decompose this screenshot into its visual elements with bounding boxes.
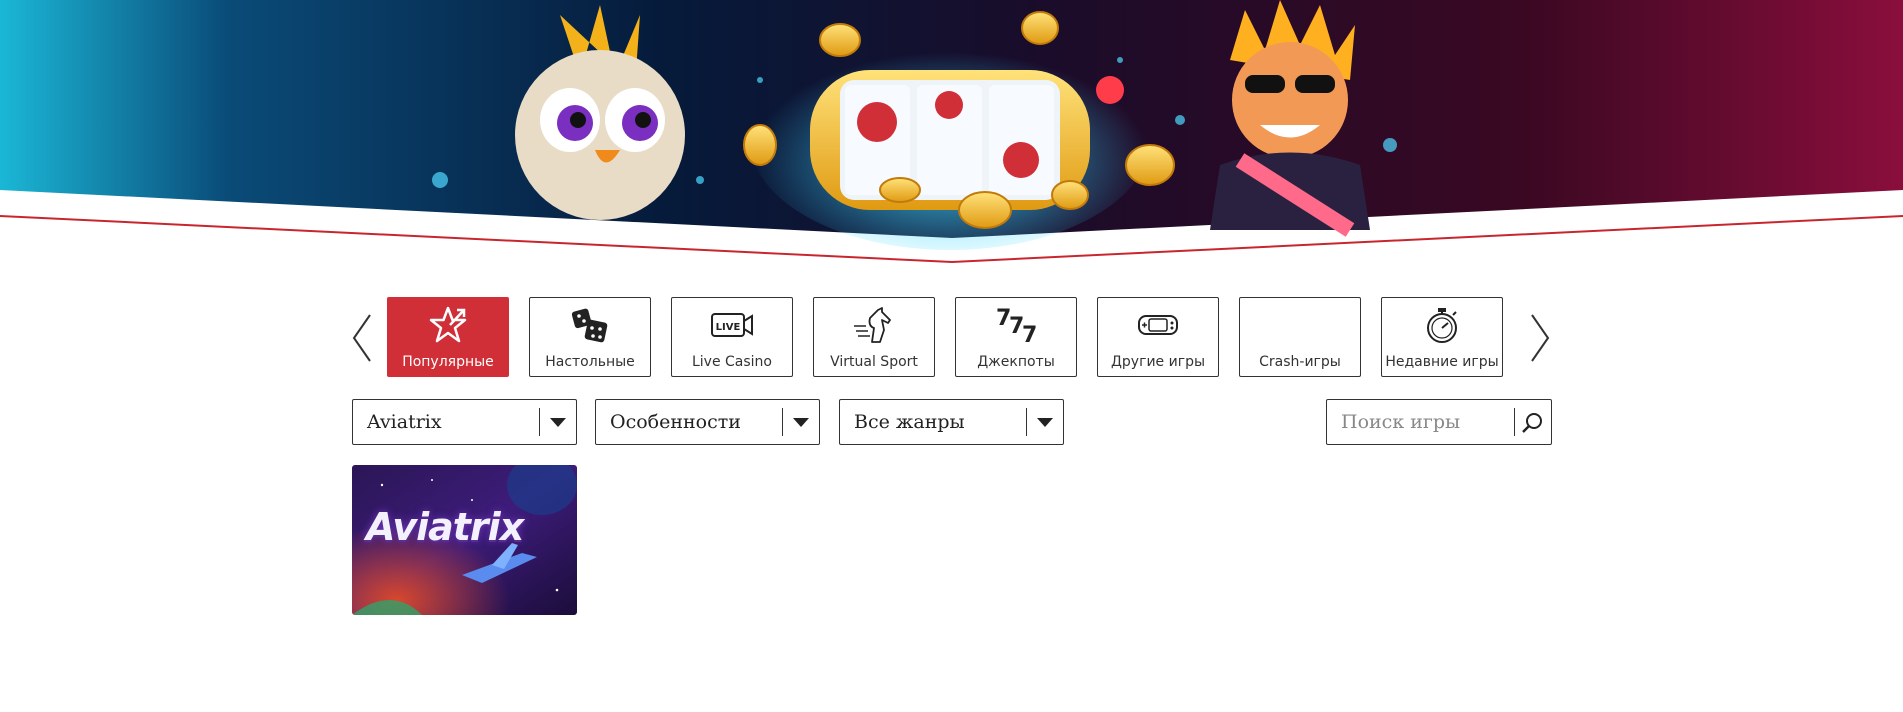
category-tab-popular[interactable]: Популярные bbox=[387, 297, 509, 377]
category-tab-live-casino[interactable]: LIVE Live Casino bbox=[671, 297, 793, 377]
chevron-left-icon bbox=[352, 314, 371, 362]
chevron-down-icon bbox=[550, 418, 566, 427]
search-input[interactable] bbox=[1341, 409, 1507, 435]
carousel-prev-button[interactable] bbox=[350, 313, 376, 363]
category-tab-crash-games[interactable]: Crash-игры bbox=[1239, 297, 1361, 377]
category-label: Crash-игры bbox=[1259, 354, 1341, 370]
category-tab-virtual-sport[interactable]: Virtual Sport bbox=[813, 297, 935, 377]
game-search bbox=[1326, 399, 1552, 445]
category-tab-recent-games[interactable]: Недавние игры bbox=[1381, 297, 1503, 377]
category-label: Virtual Sport bbox=[830, 354, 918, 370]
category-tab-table-games[interactable]: Настольные bbox=[529, 297, 651, 377]
category-tab-other-games[interactable]: Другие игры bbox=[1097, 297, 1219, 377]
search-icon bbox=[1522, 413, 1542, 433]
chevron-down-icon bbox=[1037, 418, 1053, 427]
live-camera-icon: LIVE bbox=[672, 307, 792, 343]
category-label: Другие игры bbox=[1110, 354, 1206, 370]
select-divider bbox=[782, 408, 783, 436]
horse-icon bbox=[814, 307, 934, 343]
category-label: Настольные bbox=[545, 354, 635, 370]
search-button[interactable] bbox=[1521, 411, 1545, 435]
category-tab-jackpots[interactable]: 7 7 7 Джекпоты bbox=[955, 297, 1077, 377]
select-divider bbox=[1026, 408, 1027, 436]
game-card-aviatrix[interactable]: Aviatrix bbox=[352, 465, 577, 615]
star-trophy-icon bbox=[388, 306, 508, 343]
category-label: Live Casino bbox=[691, 354, 772, 370]
svg-text:7: 7 bbox=[1022, 323, 1037, 345]
chevron-down-icon bbox=[793, 418, 809, 427]
777-icon: 7 7 7 bbox=[956, 306, 1076, 345]
genres-select-value: Все жанры bbox=[854, 411, 965, 433]
features-select[interactable]: Особенности bbox=[595, 399, 820, 445]
hero-banner-art bbox=[0, 0, 1903, 264]
category-label: Джекпоты bbox=[977, 354, 1055, 370]
features-select-value: Особенности bbox=[610, 411, 741, 433]
provider-select[interactable]: Aviatrix bbox=[352, 399, 577, 445]
svg-text:LIVE: LIVE bbox=[716, 322, 741, 333]
dice-icon bbox=[530, 307, 650, 343]
genres-select[interactable]: Все жанры bbox=[839, 399, 1064, 445]
provider-select-value: Aviatrix bbox=[367, 411, 442, 433]
stopwatch-icon bbox=[1382, 307, 1502, 343]
hero-banner bbox=[0, 0, 1903, 265]
category-label: Популярные bbox=[402, 354, 494, 370]
category-label: Недавние игры bbox=[1385, 354, 1499, 370]
carousel-next-button[interactable] bbox=[1526, 313, 1552, 363]
game-card-title: Aviatrix bbox=[366, 505, 524, 549]
category-carousel: Популярные Настольные LIVE Live Casino V… bbox=[350, 297, 1555, 379]
chevron-right-icon bbox=[1531, 314, 1550, 362]
search-divider bbox=[1514, 408, 1515, 436]
select-divider bbox=[539, 408, 540, 436]
gamepad-icon bbox=[1098, 307, 1218, 343]
